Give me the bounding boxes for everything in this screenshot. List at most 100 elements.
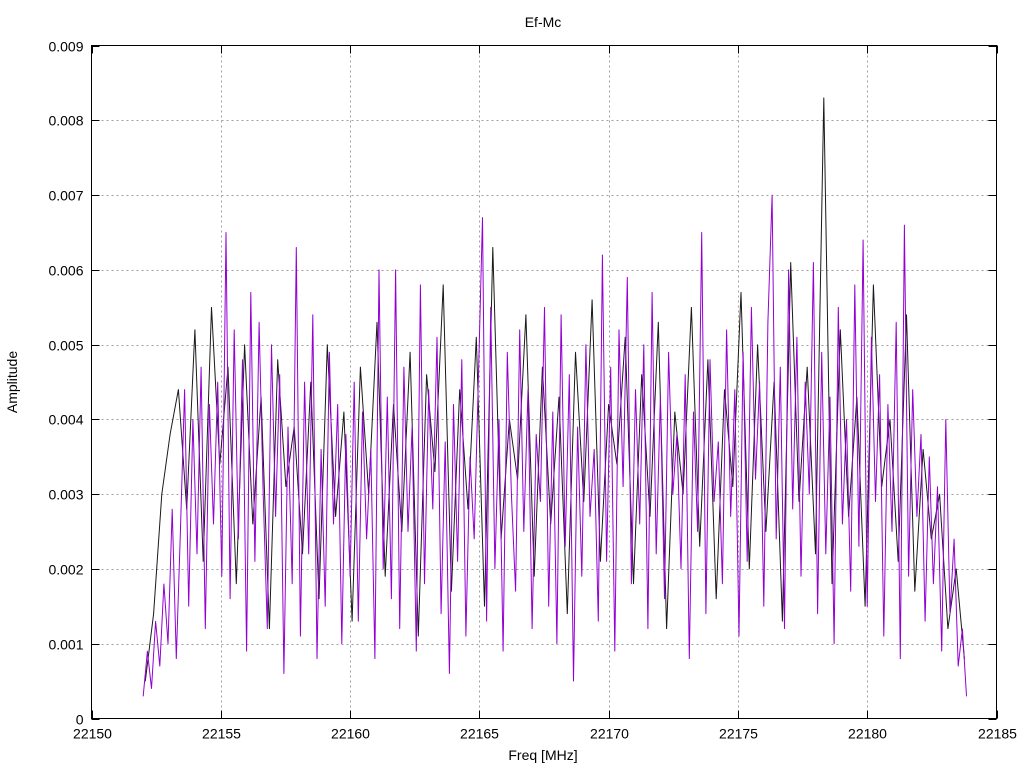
data-point [254, 561, 256, 562]
data-point [502, 650, 504, 652]
data-point [448, 673, 450, 675]
data-point [823, 97, 825, 99]
data-point [784, 628, 785, 630]
data-point [237, 538, 239, 540]
data-point [560, 314, 562, 316]
data-point [304, 381, 305, 383]
data-point [533, 576, 535, 577]
data-point [748, 568, 750, 570]
data-point [699, 546, 701, 547]
series-layer [142, 97, 967, 697]
data-point [864, 605, 866, 607]
data-point [738, 635, 740, 637]
series-points-1 [142, 194, 967, 697]
data-point [666, 628, 667, 630]
data-point [606, 561, 607, 562]
data-point [155, 620, 157, 622]
data-point [310, 381, 312, 383]
data-point [715, 598, 717, 600]
data-point [837, 306, 839, 308]
data-point [897, 561, 899, 562]
data-point [233, 329, 235, 331]
data-point [440, 613, 442, 615]
data-point [271, 344, 272, 346]
data-point [955, 568, 957, 570]
data-point [539, 501, 541, 503]
data-point [434, 471, 436, 473]
y-tick-label: 0.001 [48, 637, 83, 653]
data-point [151, 688, 152, 689]
data-point [937, 486, 938, 488]
data-point [887, 404, 889, 405]
data-point [771, 194, 773, 196]
data-point [949, 613, 951, 615]
data-point [674, 411, 676, 413]
data-point [277, 359, 279, 360]
data-point [906, 314, 907, 316]
data-point [411, 426, 413, 428]
data-point [622, 486, 624, 488]
data-point [337, 404, 339, 405]
data-point [465, 635, 467, 637]
data-point [328, 351, 330, 353]
data-point [633, 583, 634, 585]
data-point [378, 269, 380, 271]
data-point [258, 321, 260, 323]
data-point [858, 546, 860, 547]
data-point [318, 598, 320, 600]
data-point [581, 576, 583, 577]
data-point [589, 516, 591, 517]
data-point [908, 576, 909, 577]
data-point [403, 366, 405, 368]
data-point [225, 232, 227, 233]
data-point [713, 501, 715, 503]
data-point [461, 359, 463, 360]
data-point [841, 523, 843, 525]
data-point [167, 643, 169, 645]
data-point [395, 269, 396, 271]
x-tick-label: 22165 [460, 726, 499, 742]
data-point [285, 486, 287, 488]
data-point [399, 628, 401, 630]
data-point [808, 493, 810, 495]
data-point [763, 605, 765, 607]
x-tick-label: 22170 [590, 726, 629, 742]
data-point [922, 448, 924, 450]
data-point [417, 635, 419, 637]
data-point [866, 605, 868, 607]
data-point [341, 643, 343, 645]
data-point [875, 501, 876, 503]
data-point [366, 538, 368, 540]
data-point [535, 433, 537, 435]
data-point [726, 329, 727, 331]
data-point [566, 613, 568, 615]
data-point [279, 374, 281, 375]
data-point [945, 418, 947, 420]
data-point [283, 673, 285, 675]
y-tick-label: 0.007 [48, 188, 83, 204]
data-point [351, 620, 353, 622]
data-point [142, 695, 144, 697]
data-point [194, 329, 196, 331]
data-point [477, 381, 479, 383]
data-point [833, 643, 835, 645]
data-point [268, 628, 270, 630]
data-point [618, 329, 620, 331]
data-point [335, 516, 336, 517]
data-point [484, 605, 485, 607]
data-point [262, 493, 264, 495]
data-point [386, 396, 388, 398]
data-point [957, 665, 959, 667]
y-tick-label: 0 [76, 712, 84, 728]
data-point [171, 508, 173, 510]
data-point [442, 284, 444, 286]
data-point [384, 576, 386, 577]
data-point [407, 531, 409, 532]
y-tick-label: 0.009 [48, 39, 83, 55]
data-point [941, 650, 943, 652]
x-tick-label: 22175 [719, 726, 758, 742]
data-point [391, 598, 392, 600]
data-point [209, 404, 210, 405]
data-point [558, 396, 560, 398]
data-point [382, 568, 384, 570]
